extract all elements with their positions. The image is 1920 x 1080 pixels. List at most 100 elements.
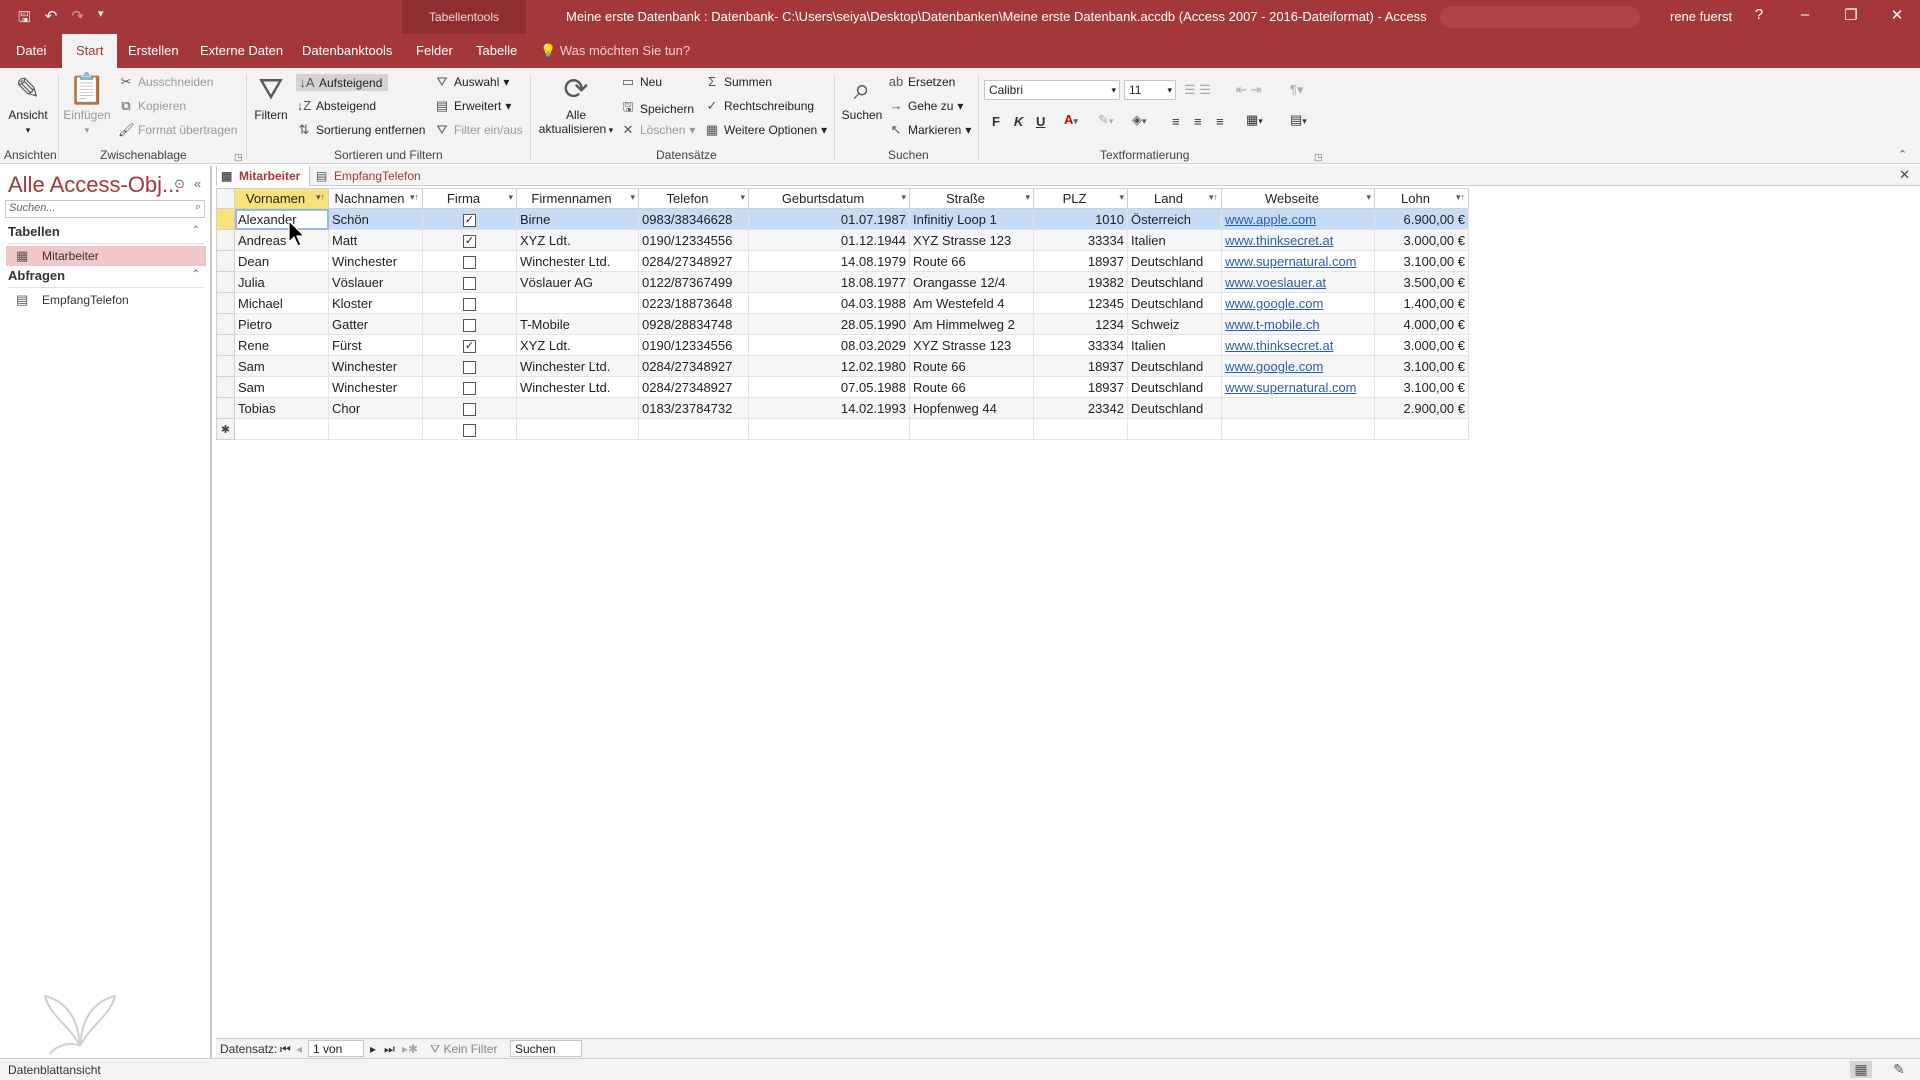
cell-telefon[interactable]: 0122/87367499 bbox=[638, 271, 749, 293]
nav-pane-title[interactable]: Alle Access-Obj... bbox=[8, 172, 180, 198]
search-icon[interactable]: ⌕ bbox=[195, 201, 201, 214]
table-row[interactable]: Sam Winchester Winchester Ltd. 0284/2734892… bbox=[216, 376, 1469, 398]
gridlines-icon[interactable]: ▦▾ bbox=[1246, 112, 1263, 128]
cell-vorname[interactable]: Rene bbox=[234, 334, 329, 356]
first-record-icon[interactable]: ⏮ bbox=[280, 1042, 291, 1057]
website-link[interactable]: www.voeslauer.at bbox=[1225, 275, 1326, 290]
cell-firmenname[interactable]: Winchester Ltd. bbox=[516, 355, 639, 377]
cell-lohn[interactable]: 3.100,00 € bbox=[1374, 250, 1469, 272]
row-selector[interactable] bbox=[216, 313, 235, 335]
align-left-icon[interactable]: ≡ bbox=[1172, 114, 1180, 129]
close-document-icon[interactable]: ✕ bbox=[1899, 167, 1910, 183]
row-selector[interactable] bbox=[216, 376, 235, 398]
weitere-optionen-button[interactable]: ▦ Weitere Optionen ▾ bbox=[704, 122, 827, 138]
collapse-ribbon-icon[interactable]: ⌃ bbox=[1898, 148, 1907, 161]
bullets-icon[interactable]: ☰ ☰ bbox=[1184, 82, 1211, 98]
cell-lohn[interactable]: 3.100,00 € bbox=[1374, 376, 1469, 398]
cell-geburtsdatum[interactable]: 14.02.1993 bbox=[748, 397, 910, 419]
ausschneiden-button[interactable]: ✂ Ausschneiden bbox=[118, 74, 214, 90]
cell-nachname[interactable] bbox=[328, 418, 423, 440]
dropdown-arrow-icon[interactable]: ▾ bbox=[630, 192, 635, 203]
ansicht-button[interactable]: ✎ Ansicht ▾ bbox=[6, 72, 50, 136]
cell-firma[interactable] bbox=[422, 418, 517, 440]
dropdown-arrow-icon[interactable]: ▾ bbox=[1025, 192, 1030, 203]
cell-plz[interactable]: 1010 bbox=[1033, 208, 1128, 230]
table-row[interactable]: Andreas Matt ✓ XYZ Ldt. 0190/12334556 01.12.1… bbox=[216, 229, 1469, 251]
close-button[interactable]: ✕ bbox=[1882, 6, 1912, 24]
cell-lohn[interactable] bbox=[1374, 418, 1469, 440]
cell-telefon[interactable]: 0183/23784732 bbox=[638, 397, 749, 419]
new-record-marker[interactable]: ✱ bbox=[216, 418, 235, 440]
cell-webseite[interactable]: www.google.com bbox=[1221, 292, 1375, 314]
nav-section-abfragen[interactable]: Abfragen ⌃ bbox=[8, 268, 204, 288]
checkbox-icon[interactable] bbox=[463, 423, 476, 437]
underline-button[interactable]: U bbox=[1036, 114, 1045, 129]
restore-button[interactable]: ❐ bbox=[1836, 6, 1866, 24]
cell-firma[interactable]: ✓ bbox=[422, 229, 517, 251]
cell-webseite[interactable] bbox=[1221, 397, 1375, 419]
cell-strasse[interactable]: XYZ Strasse 123 bbox=[909, 229, 1034, 251]
cell-strasse[interactable]: Route 66 bbox=[909, 376, 1034, 398]
cell-vorname[interactable]: Sam bbox=[234, 376, 329, 398]
undo-icon[interactable]: ↶ bbox=[45, 7, 58, 32]
checkbox-checked-icon[interactable]: ✓ bbox=[463, 234, 476, 248]
tab-start[interactable]: Start bbox=[62, 34, 118, 68]
nav-dropdown-icon[interactable]: ⊙ bbox=[174, 176, 185, 192]
cell-nachname[interactable]: Schön bbox=[328, 208, 423, 230]
sort-indicator-icon[interactable]: ▾↑ bbox=[1456, 192, 1465, 203]
cell-strasse[interactable]: Hopfenweg 44 bbox=[909, 397, 1034, 419]
cell-lohn[interactable]: 2.900,00 € bbox=[1374, 397, 1469, 419]
cell-webseite[interactable]: www.voeslauer.at bbox=[1221, 271, 1375, 293]
row-selector[interactable] bbox=[216, 355, 235, 377]
summen-button[interactable]: Σ Summen bbox=[704, 74, 772, 89]
cell-webseite[interactable]: www.thinksecret.at bbox=[1221, 334, 1375, 356]
cell-strasse[interactable]: Route 66 bbox=[909, 250, 1034, 272]
nav-item-mitarbeiter[interactable]: ▦ Mitarbeiter bbox=[6, 246, 206, 266]
table-row[interactable]: Dean Winchester Winchester Ltd. 0284/273489… bbox=[216, 250, 1469, 272]
cell-nachname[interactable]: Kloster bbox=[328, 292, 423, 314]
last-record-icon[interactable]: ⏭ bbox=[384, 1042, 395, 1057]
tell-me-box[interactable]: 💡 Was möchten Sie tun? bbox=[540, 34, 690, 68]
nav-search-input[interactable]: Suchen... ⌕ bbox=[5, 200, 205, 218]
cell-geburtsdatum[interactable]: 12.02.1980 bbox=[748, 355, 910, 377]
cell-plz[interactable]: 23342 bbox=[1033, 397, 1128, 419]
fill-color-icon[interactable]: ◈▾ bbox=[1132, 112, 1147, 128]
doc-tab-mitarbeiter[interactable]: ▦ Mitarbeiter bbox=[216, 166, 310, 186]
cell-geburtsdatum[interactable] bbox=[748, 418, 910, 440]
cell-vorname[interactable]: Dean bbox=[234, 250, 329, 272]
suchen-button[interactable]: ⌕ Suchen bbox=[838, 72, 886, 122]
sort-indicator-icon[interactable]: ▾↑ bbox=[1209, 192, 1218, 203]
cell-lohn[interactable]: 3.000,00 € bbox=[1374, 334, 1469, 356]
tab-erstellen[interactable]: Erstellen bbox=[126, 34, 181, 68]
cell-vorname[interactable]: Alexander bbox=[234, 208, 329, 230]
cell-plz[interactable]: 12345 bbox=[1033, 292, 1128, 314]
website-link[interactable]: www.supernatural.com bbox=[1225, 254, 1357, 269]
cell-lohn[interactable]: 4.000,00 € bbox=[1374, 313, 1469, 335]
table-row[interactable]: Julia Vöslauer Vöslauer AG 0122/87367499 18.… bbox=[216, 271, 1469, 293]
cell-telefon[interactable]: 0190/12334556 bbox=[638, 229, 749, 251]
checkbox-icon[interactable] bbox=[463, 318, 476, 332]
sort-indicator-icon[interactable]: ▾↑ bbox=[316, 192, 325, 203]
user-name[interactable]: rene fuerst bbox=[1670, 9, 1732, 24]
cell-nachname[interactable]: Gatter bbox=[328, 313, 423, 335]
cell-lohn[interactable]: 3.500,00 € bbox=[1374, 271, 1469, 293]
highlight-icon[interactable]: ✎▾ bbox=[1098, 112, 1113, 128]
cell-land[interactable]: Schweiz bbox=[1127, 313, 1222, 335]
table-row[interactable]: Pietro Gatter T-Mobile 0928/28834748 28.05.1… bbox=[216, 313, 1469, 335]
cell-nachname[interactable]: Vöslauer bbox=[328, 271, 423, 293]
cell-strasse[interactable]: Orangasse 12/4 bbox=[909, 271, 1034, 293]
cell-geburtsdatum[interactable]: 01.12.1944 bbox=[748, 229, 910, 251]
cell-firmenname[interactable]: XYZ Ldt. bbox=[516, 229, 639, 251]
cell-firma[interactable] bbox=[422, 292, 517, 314]
cell-firma[interactable] bbox=[422, 397, 517, 419]
cell-land[interactable]: Deutschland bbox=[1127, 355, 1222, 377]
redo-icon[interactable]: ↷ bbox=[71, 7, 84, 32]
cell-strasse[interactable]: Am Westefeld 4 bbox=[909, 292, 1034, 314]
checkbox-icon[interactable] bbox=[463, 360, 476, 374]
tab-datei[interactable]: Datei bbox=[14, 34, 48, 68]
align-center-icon[interactable]: ≡ bbox=[1194, 114, 1202, 129]
save-icon[interactable]: 🖫 bbox=[18, 7, 31, 32]
format-uebertragen-button[interactable]: 🖌 Format übertragen bbox=[118, 122, 237, 138]
cell-telefon[interactable]: 0190/12334556 bbox=[638, 334, 749, 356]
cell-nachname[interactable]: Matt bbox=[328, 229, 423, 251]
